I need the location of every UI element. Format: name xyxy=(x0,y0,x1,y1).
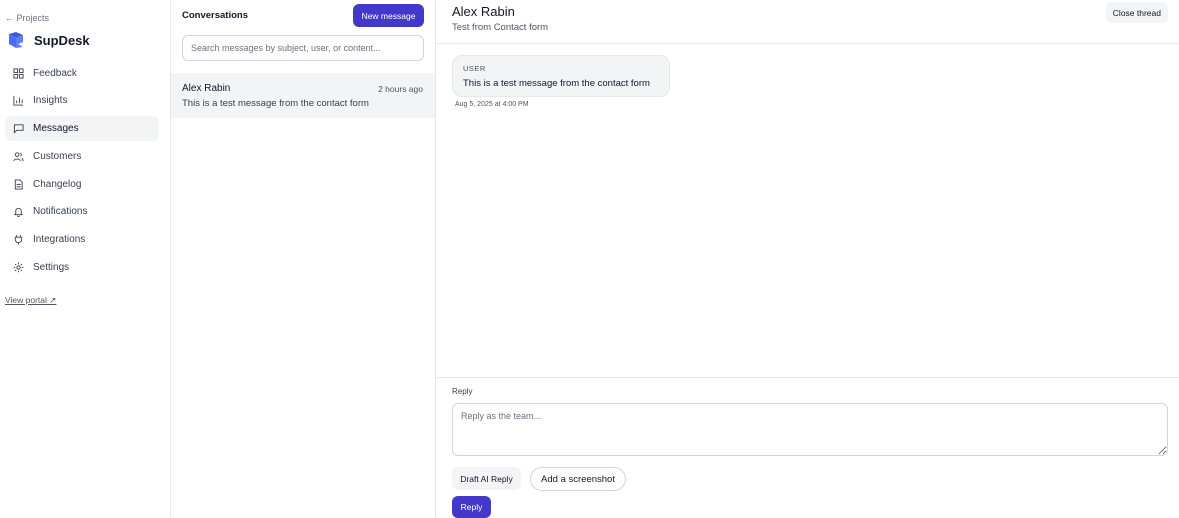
brand-name: SupDesk xyxy=(34,32,90,48)
thread-subject: Test from Contact form xyxy=(452,22,549,33)
message-text: This is a test message from the contact … xyxy=(463,78,650,89)
new-message-button[interactable]: New message xyxy=(353,4,424,27)
message-timestamp: Aug 5, 2025 at 4:00 PM xyxy=(455,101,529,108)
reply-label: Reply xyxy=(452,387,473,396)
supdesk-logo-icon xyxy=(9,32,23,48)
sidebar-item-label: Changelog xyxy=(33,178,82,190)
sidebar: ← Projects SupDesk Feedback Insights Mes xyxy=(0,0,171,518)
sidebar-item-changelog[interactable]: Changelog xyxy=(5,172,159,197)
thread-header: Alex Rabin Test from Contact form Close … xyxy=(436,0,1179,44)
draft-ai-reply-button[interactable]: Draft AI Reply xyxy=(452,467,521,490)
sidebar-item-label: Messages xyxy=(33,123,79,135)
back-to-projects-label: ← Projects xyxy=(5,13,50,23)
sidebar-item-messages[interactable]: Messages xyxy=(5,116,159,141)
sidebar-item-integrations[interactable]: Integrations xyxy=(5,227,159,252)
sidebar-item-feedback[interactable]: Feedback xyxy=(5,61,159,86)
sidebar-nav: Feedback Insights Messages Customers Cha… xyxy=(5,61,159,283)
conversations-title: Conversations xyxy=(182,10,248,21)
message-bubble: USER This is a test message from the con… xyxy=(452,55,670,97)
brand: SupDesk xyxy=(7,31,90,49)
sidebar-item-label: Integrations xyxy=(33,233,86,245)
sidebar-item-insights[interactable]: Insights xyxy=(5,89,159,114)
thread-contact-name: Alex Rabin xyxy=(452,4,515,19)
conversation-preview: This is a test message from the contact … xyxy=(182,98,369,109)
back-to-projects-link[interactable]: ← Projects xyxy=(5,13,49,23)
sidebar-item-label: Feedback xyxy=(33,67,77,79)
sidebar-item-label: Insights xyxy=(33,95,68,107)
grid-icon xyxy=(13,68,24,79)
thread-pane: Alex Rabin Test from Contact form Close … xyxy=(436,0,1179,518)
sidebar-item-label: Customers xyxy=(33,150,82,162)
sidebar-item-label: Settings xyxy=(33,261,70,273)
bell-icon xyxy=(13,206,24,218)
bar-chart-icon xyxy=(13,95,24,106)
plug-icon xyxy=(13,234,24,245)
conversation-list-item[interactable]: Alex Rabin 2 hours ago This is a test me… xyxy=(171,73,435,118)
reply-textarea[interactable] xyxy=(452,403,1168,456)
document-icon xyxy=(13,178,24,190)
sidebar-item-settings[interactable]: Settings xyxy=(5,255,159,280)
reply-submit-button[interactable]: Reply xyxy=(452,496,491,518)
view-portal-link[interactable]: View portal ↗ xyxy=(5,295,56,306)
gear-icon xyxy=(13,262,24,273)
message-icon xyxy=(13,123,24,134)
reply-composer: Reply Draft AI Reply Add a screenshot Re… xyxy=(436,377,1179,518)
close-thread-button[interactable]: Close thread xyxy=(1105,2,1168,23)
conversation-timestamp: 2 hours ago xyxy=(378,84,423,94)
add-screenshot-button[interactable]: Add a screenshot xyxy=(530,467,626,491)
sidebar-item-customers[interactable]: Customers xyxy=(5,144,159,169)
users-icon xyxy=(13,151,24,162)
conversation-sender: Alex Rabin xyxy=(182,83,231,94)
message-role: USER xyxy=(463,64,486,73)
conversations-pane: Conversations New message Alex Rabin 2 h… xyxy=(171,0,436,518)
search-input[interactable] xyxy=(182,35,424,61)
sidebar-item-label: Notifications xyxy=(33,206,88,218)
sidebar-item-notifications[interactable]: Notifications xyxy=(5,199,159,224)
